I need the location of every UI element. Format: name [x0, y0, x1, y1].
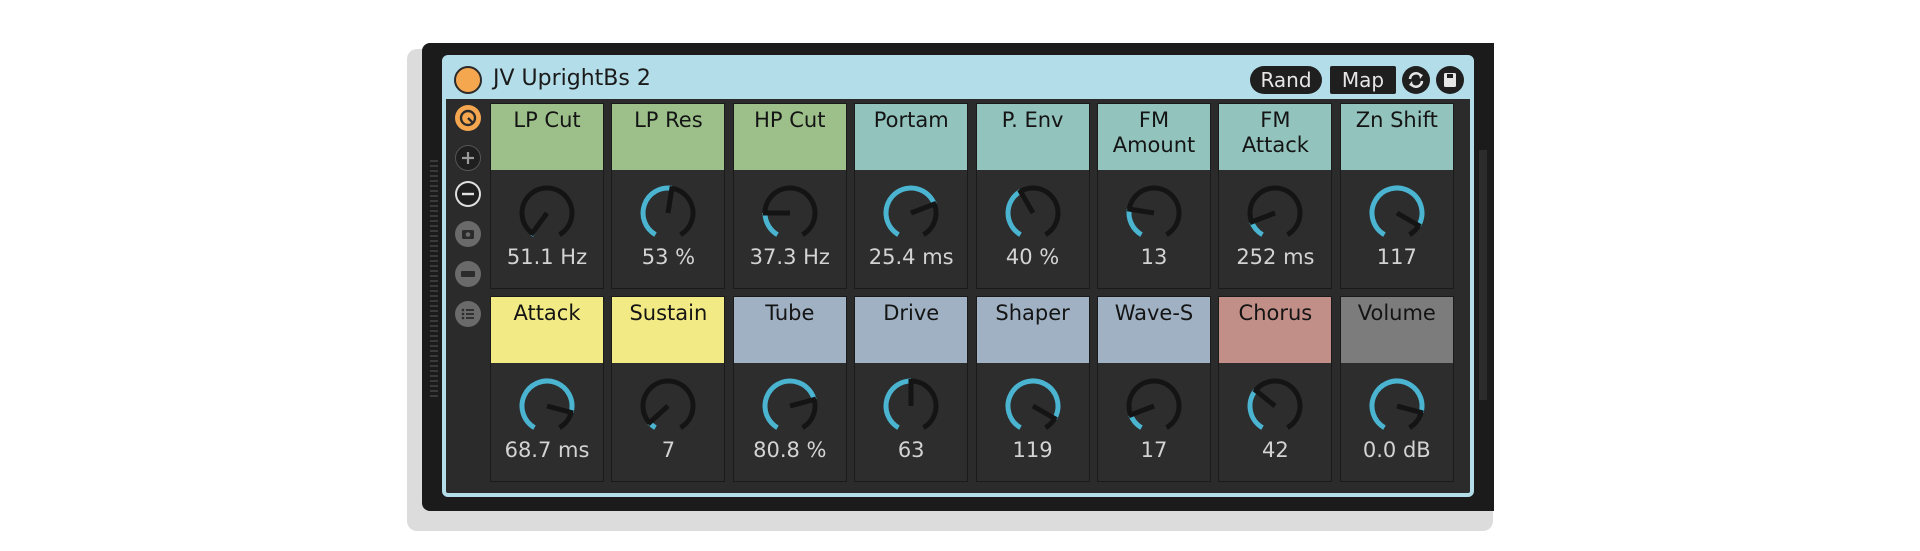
randomize-icon[interactable]	[1402, 66, 1430, 94]
knob-pointer	[546, 403, 574, 416]
knob-value[interactable]: 53 %	[612, 244, 724, 270]
knob-value[interactable]: 80.8 %	[734, 437, 846, 463]
knob-value[interactable]: 42	[1219, 437, 1331, 463]
knob-dial[interactable]	[517, 376, 577, 436]
knob-pointer	[1016, 188, 1035, 215]
remove-icon[interactable]	[455, 181, 481, 207]
knob-value-arc	[883, 378, 912, 430]
knob-dial[interactable]	[1124, 376, 1184, 436]
rack-side-rail	[1479, 150, 1487, 400]
knob-pointer	[1127, 403, 1155, 419]
knob-value-arc	[1005, 189, 1022, 237]
knob-cell: Volume 0.0 dB	[1339, 296, 1454, 482]
knob-cell: Zn Shift 117	[1339, 103, 1454, 289]
knob-dial[interactable]	[1367, 183, 1427, 243]
knob-value[interactable]: 117	[1341, 244, 1453, 270]
knob-dial[interactable]	[517, 183, 577, 243]
knob-pointer	[529, 211, 550, 237]
save-icon[interactable]	[1436, 66, 1464, 94]
knob-dial[interactable]	[1245, 376, 1305, 436]
knob-label: FM Attack	[1219, 104, 1332, 170]
knob-dial[interactable]	[1003, 376, 1063, 436]
knob-cell: FM Attack 252 ms	[1218, 103, 1333, 289]
knob-label: Tube	[733, 297, 846, 363]
knob-value-arc	[762, 212, 779, 237]
knob-label: Sustain	[612, 297, 725, 363]
knob-value[interactable]: 68.7 ms	[491, 437, 603, 463]
knob-value[interactable]: 0.0 dB	[1341, 437, 1453, 463]
macro-mapping-icon[interactable]	[455, 105, 481, 131]
knob-dial[interactable]	[1124, 183, 1184, 243]
knob-value[interactable]: 63	[855, 437, 967, 463]
knob-dial[interactable]	[638, 183, 698, 243]
knob-value[interactable]: 25.4 ms	[855, 244, 967, 270]
knob-cell: HP Cut 37.3 Hz	[732, 103, 847, 289]
add-icon[interactable]	[455, 145, 481, 171]
knob-pointer	[1396, 403, 1424, 416]
knob-cell: Sustain 7	[611, 296, 726, 482]
knob-pointer	[1252, 387, 1277, 408]
rack-grip[interactable]	[430, 160, 438, 400]
knob-cell: Drive 63	[854, 296, 969, 482]
rand-button[interactable]: Rand	[1250, 66, 1322, 94]
knob-dial[interactable]	[1003, 183, 1063, 243]
knob-value[interactable]: 40 %	[977, 244, 1089, 270]
knob-label: Chorus	[1219, 297, 1332, 363]
knob-label: Wave-S	[1098, 297, 1210, 363]
knob-label: Volume	[1340, 297, 1453, 363]
knob-cell: Attack 68.7 ms	[490, 296, 604, 482]
knob-label: Attack	[491, 297, 603, 363]
knob-cell: LP Res 53 %	[611, 103, 726, 289]
knob-dial[interactable]	[1245, 183, 1305, 243]
knob-value[interactable]: 7	[612, 437, 724, 463]
knob-dial[interactable]	[881, 376, 941, 436]
knob-value[interactable]: 252 ms	[1219, 244, 1331, 270]
knob-cell: Shaper 119	[975, 296, 1090, 482]
knob-pointer	[1031, 403, 1058, 422]
knob-value[interactable]: 37.3 Hz	[734, 244, 846, 270]
knob-label: Zn Shift	[1340, 104, 1453, 170]
knob-cell: LP Cut 51.1 Hz	[490, 103, 604, 289]
knob-dial[interactable]	[638, 376, 698, 436]
list-icon[interactable]	[455, 301, 481, 327]
snapshot-icon[interactable]	[455, 221, 481, 247]
device-title-bar: JV UprightBs 2 Rand Map	[446, 59, 1470, 99]
knob-label: LP Res	[612, 104, 725, 170]
power-button[interactable]	[454, 66, 482, 94]
knob-dial[interactable]	[881, 183, 941, 243]
knob-pointer	[1395, 210, 1422, 229]
knob-value[interactable]: 17	[1098, 437, 1210, 463]
knob-cell: Wave-S 17	[1097, 296, 1211, 482]
knob-label: Portam	[855, 104, 968, 170]
knob-label: Shaper	[976, 297, 1089, 363]
map-button[interactable]: Map	[1330, 66, 1396, 94]
knob-cell: Tube 80.8 %	[732, 296, 847, 482]
knob-cell: Portam 25.4 ms	[854, 103, 969, 289]
knob-pointer	[789, 396, 817, 409]
knob-cell: FM Amount 13	[1097, 103, 1211, 289]
knob-dial[interactable]	[760, 376, 820, 436]
knob-label: HP Cut	[733, 104, 846, 170]
knob-dial[interactable]	[1367, 376, 1427, 436]
knob-pointer	[1249, 210, 1277, 226]
knob-value[interactable]: 13	[1098, 244, 1210, 270]
knob-value[interactable]: 119	[977, 437, 1089, 463]
knob-dial[interactable]	[760, 183, 820, 243]
device-title: JV UprightBs 2	[493, 66, 651, 91]
knob-pointer	[646, 404, 671, 426]
knob-cell: Chorus 42	[1218, 296, 1333, 482]
knob-value-arc	[883, 185, 937, 237]
knob-label: FM Amount	[1098, 104, 1210, 170]
knob-pointer	[910, 200, 938, 216]
knob-label: LP Cut	[491, 104, 603, 170]
knob-label: Drive	[855, 297, 968, 363]
device-sidebar	[450, 99, 486, 493]
knob-track	[519, 185, 575, 237]
device-panel: JV UprightBs 2 Rand Map LP Cut 51.1 Hz L…	[442, 55, 1474, 497]
variation-icon[interactable]	[455, 261, 481, 287]
knob-cell: P. Env 40 %	[975, 103, 1090, 289]
knob-label: P. Env	[976, 104, 1089, 170]
knob-value[interactable]: 51.1 Hz	[491, 244, 603, 270]
